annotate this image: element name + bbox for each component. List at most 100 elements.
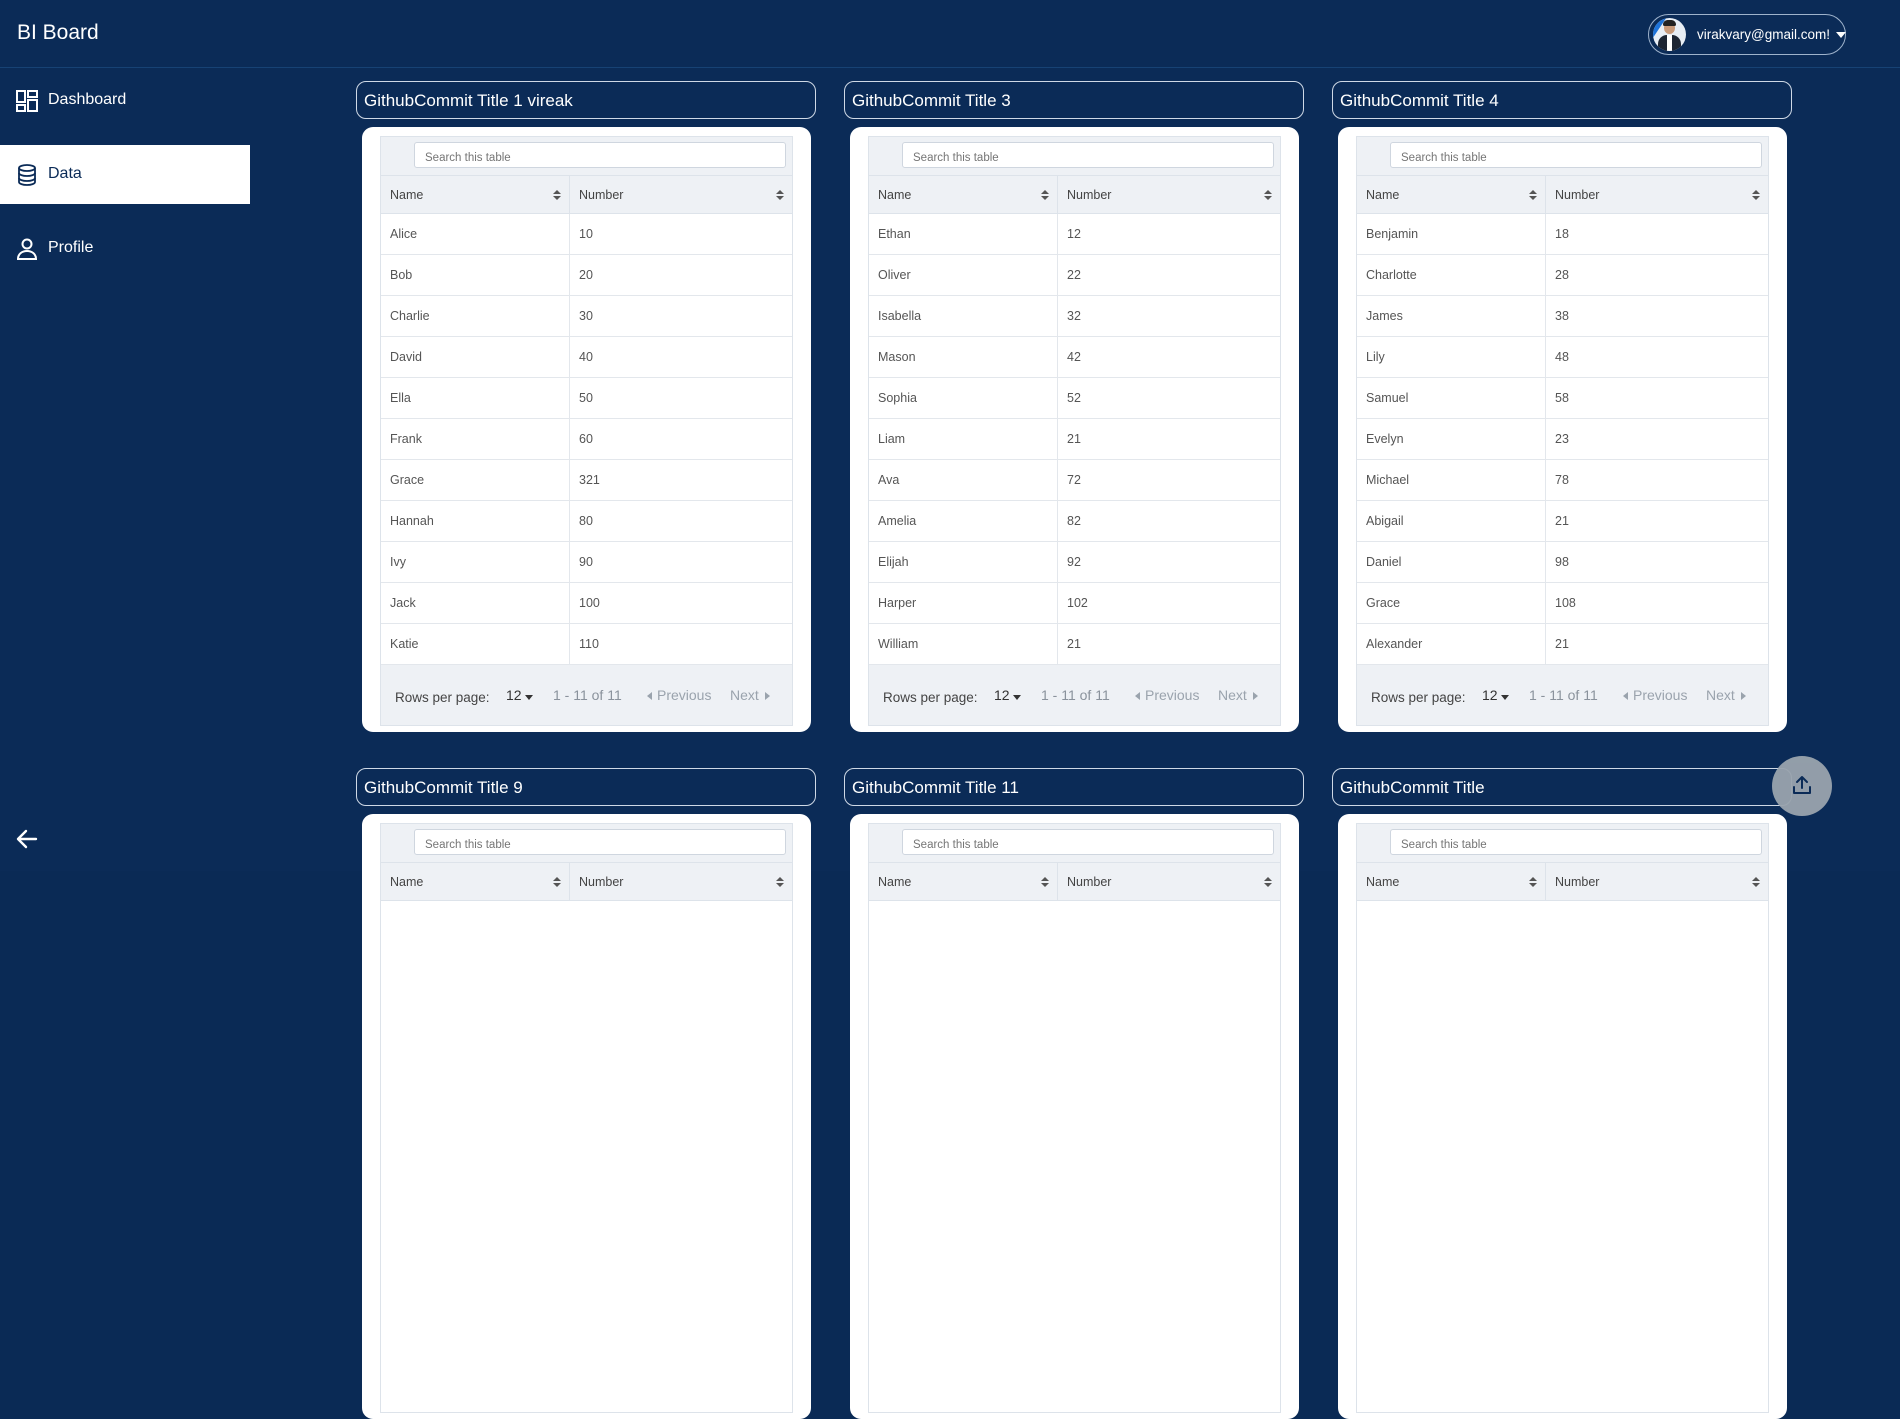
chevron-down-icon[interactable]: [1501, 695, 1509, 700]
cell-number: 50: [579, 391, 593, 405]
table-header: Name Number: [869, 175, 1280, 214]
search-input[interactable]: [414, 142, 786, 168]
search-input[interactable]: [902, 142, 1274, 168]
cell-number: 82: [1067, 514, 1081, 528]
sort-icon[interactable]: [1264, 190, 1272, 201]
column-header-label: Name: [1366, 875, 1400, 889]
sort-icon[interactable]: [1529, 190, 1537, 201]
rows-per-page-select[interactable]: 12: [1482, 687, 1498, 703]
column-header-number[interactable]: Number: [1546, 176, 1768, 214]
sort-icon[interactable]: [553, 877, 561, 888]
column-header-name[interactable]: Name: [1357, 176, 1546, 214]
column-header-label: Name: [1366, 188, 1400, 202]
upload-button[interactable]: [1772, 756, 1832, 816]
chevron-left-icon: [1623, 692, 1628, 700]
cell-name: Ava: [869, 460, 1058, 500]
rows-per-page-label: Rows per page:: [1371, 690, 1466, 705]
cell-number: 90: [579, 555, 593, 569]
column-header-name[interactable]: Name: [381, 176, 570, 214]
search-input[interactable]: [1390, 829, 1762, 855]
next-page-button[interactable]: Next: [1706, 687, 1746, 703]
column-header-name[interactable]: Name: [869, 176, 1058, 214]
previous-page-button[interactable]: Previous: [1623, 687, 1687, 703]
sort-icon[interactable]: [776, 877, 784, 888]
table-row: Sophia 52: [869, 378, 1280, 419]
table-row: Mason 42: [869, 337, 1280, 378]
cell-number: 98: [1555, 555, 1569, 569]
chevron-right-icon: [764, 692, 770, 700]
search-input[interactable]: [902, 829, 1274, 855]
table-row: Alice 10: [381, 214, 792, 255]
user-menu-button[interactable]: virakvary@gmail.com!: [1648, 14, 1846, 55]
panel-title: GithubCommit Title 11: [844, 768, 1304, 806]
sort-icon[interactable]: [776, 190, 784, 201]
next-label: Next: [1218, 687, 1247, 703]
cell-number: 32: [1067, 309, 1081, 323]
rows-per-page-select[interactable]: 12: [994, 687, 1010, 703]
previous-label: Previous: [657, 687, 712, 703]
table-card: Name Number: [1338, 814, 1787, 1419]
cell-number: 21: [1555, 637, 1569, 651]
table-header: [381, 862, 792, 877]
table-row: Ethan 12: [869, 214, 1280, 255]
cell-name: Sophia: [869, 378, 1058, 418]
column-header-label: Name: [390, 875, 424, 889]
search-bar: [869, 824, 1280, 862]
sort-icon[interactable]: [1752, 877, 1760, 888]
cell-name: Alice: [381, 214, 570, 254]
chevron-down-icon[interactable]: [525, 695, 533, 700]
search-bar: [381, 137, 792, 175]
chevron-down-icon[interactable]: [1013, 695, 1021, 700]
cell-number: 38: [1555, 309, 1569, 323]
search-bar: [869, 137, 1280, 175]
sort-icon[interactable]: [553, 190, 561, 201]
column-header-name[interactable]: [869, 863, 1058, 877]
table-row: William 21: [869, 624, 1280, 665]
sort-icon[interactable]: [1529, 877, 1537, 888]
sidebar-item-profile[interactable]: Profile: [0, 219, 250, 278]
rows-per-page-select[interactable]: 12: [506, 687, 522, 703]
user-avatar: [1653, 18, 1686, 51]
table-pagination: Rows per page: 12 1 - 11 of 11 Previous …: [869, 665, 1280, 725]
next-page-button[interactable]: Next: [730, 687, 770, 703]
table-row: Harper 102: [869, 583, 1280, 624]
previous-page-button[interactable]: Previous: [1135, 687, 1199, 703]
cell-name: Katie: [381, 624, 570, 664]
app-title[interactable]: BI Board: [17, 21, 99, 45]
column-header-number[interactable]: Number: [1058, 176, 1280, 214]
cell-name: Isabella: [869, 296, 1058, 336]
arrow-left-icon[interactable]: [14, 826, 40, 852]
table-row: Liam 21: [869, 419, 1280, 460]
search-input[interactable]: [414, 829, 786, 855]
table-card: Name Number: [362, 814, 811, 1419]
cell-name: Benjamin: [1357, 214, 1546, 254]
next-label: Next: [1706, 687, 1735, 703]
column-header-name[interactable]: [381, 863, 570, 877]
table-header: Name Number: [381, 175, 792, 214]
column-header-name[interactable]: [1357, 863, 1546, 877]
cell-number: 58: [1555, 391, 1569, 405]
cell-number: 28: [1555, 268, 1569, 282]
table-row: Ella 50: [381, 378, 792, 419]
data-table: Name Number Ethan 12 Oliver 22 Isabella …: [868, 136, 1281, 726]
column-header-label: Name: [878, 875, 912, 889]
previous-label: Previous: [1145, 687, 1200, 703]
sort-icon[interactable]: [1264, 877, 1272, 888]
sort-icon[interactable]: [1041, 190, 1049, 201]
previous-page-button[interactable]: Previous: [647, 687, 711, 703]
sort-icon[interactable]: [1041, 877, 1049, 888]
table-row: Katie 110: [381, 624, 792, 665]
search-input[interactable]: [1390, 142, 1762, 168]
column-header-label: Name: [878, 188, 912, 202]
cell-name: Amelia: [869, 501, 1058, 541]
table-row: Evelyn 23: [1357, 419, 1768, 460]
sidebar-item-data[interactable]: Data: [0, 145, 250, 204]
sidebar-item-dashboard[interactable]: Dashboard: [0, 71, 250, 130]
sort-icon[interactable]: [1752, 190, 1760, 201]
cell-number: 92: [1067, 555, 1081, 569]
data-table: Name Number Benjamin 18 Charlotte 28 Jam…: [1356, 136, 1769, 726]
column-header-number[interactable]: Number: [570, 176, 792, 214]
table-header: Name Number: [1357, 175, 1768, 214]
next-page-button[interactable]: Next: [1218, 687, 1258, 703]
cell-number: 321: [579, 473, 600, 487]
